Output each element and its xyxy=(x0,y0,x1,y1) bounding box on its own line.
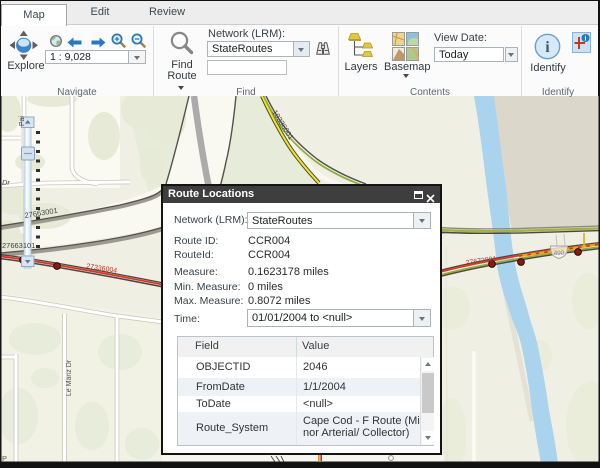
svg-text:27663101: 27663101 xyxy=(2,241,35,250)
svg-text:i: i xyxy=(545,39,550,56)
svg-text:Pai: Pai xyxy=(19,116,26,127)
svg-text:i: i xyxy=(585,35,587,43)
svg-text:Dr: Dr xyxy=(2,178,10,187)
svg-text:490: 490 xyxy=(554,250,565,257)
svg-text:Le Manz Dr: Le Manz Dr xyxy=(66,359,73,396)
